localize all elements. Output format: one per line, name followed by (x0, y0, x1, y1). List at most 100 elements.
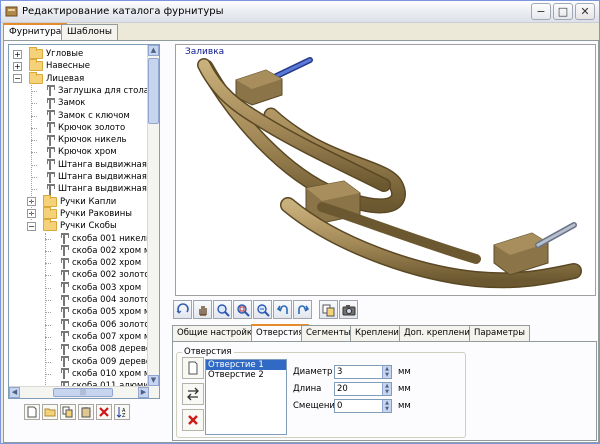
tab-parameters[interactable]: Параметры (469, 325, 530, 341)
tree-item[interactable]: скоба 010 хром мат (59, 368, 159, 380)
tab-templates[interactable]: Шаблоны (61, 24, 118, 40)
hscroll-thumb[interactable]: ||| (53, 388, 113, 397)
hardware-item-icon (59, 343, 69, 355)
tree-item[interactable]: скоба 005 хром мат (59, 306, 159, 318)
tree-item[interactable]: скоба 003 хром (59, 282, 141, 294)
folder-icon (29, 47, 43, 59)
length-stepper[interactable]: ▲ ▼ (382, 383, 391, 395)
tree-item[interactable]: скоба 009 дерево (59, 356, 151, 368)
tree-vscrollbar[interactable]: ▲ ▼ (147, 45, 159, 398)
tree-item[interactable]: Крючок золото (45, 122, 125, 134)
tree-item[interactable]: Крючок хром (45, 146, 117, 158)
camera-icon[interactable] (339, 300, 358, 319)
tree-item[interactable]: скоба 008 дерево (59, 343, 151, 355)
offset-field[interactable]: 0 ▲ ▼ (334, 399, 392, 413)
tree-folder[interactable]: Лицевая (29, 71, 84, 85)
paste-icon[interactable] (78, 404, 94, 420)
holes-group-title: Отверстия (182, 347, 234, 357)
tree-item-label: Замок (58, 98, 86, 109)
delete-icon[interactable] (96, 404, 112, 420)
tree-item[interactable]: Заглушка для стола (45, 85, 149, 97)
tree-item[interactable]: Штанга выдвижная (L50 (45, 183, 159, 195)
hardware-item-icon (59, 245, 69, 257)
tree-item[interactable]: скоба 004 золото (59, 294, 150, 306)
expand-icon[interactable]: + (13, 61, 22, 71)
new-file-icon[interactable] (24, 404, 40, 420)
scroll-down-icon[interactable]: ▼ (148, 375, 159, 386)
tree-item-label: Заглушка для стола (58, 85, 150, 96)
diameter-stepper[interactable]: ▲ ▼ (382, 366, 391, 378)
tree-item[interactable]: скоба 007 хром мат (59, 331, 159, 343)
rotate-left-icon[interactable] (273, 300, 292, 319)
tree-item-label: скоба 004 золото (72, 295, 150, 305)
close-icon: ✕ (580, 5, 590, 18)
collapse-icon[interactable]: − (13, 74, 22, 84)
add-hole-button[interactable] (182, 357, 204, 379)
open-folder-icon[interactable] (42, 404, 58, 420)
tree-item[interactable]: Замок с ключом (45, 110, 130, 122)
list-item[interactable]: Отверстие 1 (206, 360, 286, 370)
scroll-up-icon[interactable]: ▲ (148, 45, 159, 56)
tree-folder[interactable]: Ручки Скобы (43, 219, 117, 232)
zoom-fit-icon[interactable] (253, 300, 272, 319)
holes-tab-panel: Отверстия Отверстие 1 Отверстие 2 Диамет… (172, 341, 597, 441)
tree-item[interactable]: скоба 002 хром мат (59, 245, 159, 257)
hardware-item-icon (59, 306, 69, 318)
scroll-thumb[interactable] (148, 58, 159, 124)
delete-hole-button[interactable] (182, 409, 204, 431)
tree-item[interactable]: скоба 002 хром (59, 257, 141, 269)
hardware-item-icon (59, 233, 69, 244)
minimize-icon: − (536, 5, 546, 18)
tree-item-label: скоба 003 хром (72, 282, 142, 293)
scroll-right-icon[interactable]: ▶ (138, 387, 149, 398)
maximize-button[interactable]: □ (553, 3, 573, 20)
scroll-left-icon[interactable]: ◀ (9, 387, 20, 398)
diameter-field[interactable]: 3 ▲ ▼ (334, 365, 392, 379)
tree-folder[interactable]: Ручки Раковины (43, 206, 132, 220)
tree-folder[interactable]: Навесные (29, 59, 90, 72)
sort-icon[interactable]: AZ (114, 404, 130, 420)
tree-item-label: Ручки Скобы (60, 221, 117, 232)
minimize-button[interactable]: − (531, 3, 551, 20)
diameter-label: Диаметр (293, 367, 333, 377)
copy-view-icon[interactable] (319, 300, 338, 319)
window-title: Редактирование каталога фурнитуры (22, 6, 224, 17)
tree-folder[interactable]: Угловые (29, 47, 83, 60)
title-bar[interactable]: Редактирование каталога фурнитуры − □ ✕ (1, 1, 599, 23)
tree-item[interactable]: Крючок никель (45, 134, 127, 146)
swap-holes-button[interactable] (182, 383, 204, 405)
offset-stepper[interactable]: ▲ ▼ (382, 400, 391, 412)
hardware-item-icon (45, 159, 55, 171)
tree-item[interactable]: Штанга выдвижная (L35 (45, 159, 159, 171)
tab-extra-mounting[interactable]: Доп. крепление (399, 325, 481, 341)
tree-item-label: Крючок хром (58, 147, 117, 158)
tree-item[interactable]: Штанга выдвижная (L40 (45, 171, 160, 183)
tab-general-settings[interactable]: Общие настройки (172, 325, 263, 341)
tab-segments[interactable]: Сегменты (301, 325, 356, 341)
tree-hscrollbar[interactable]: ◀ ||| ▶ (9, 386, 149, 398)
rotate-right-icon[interactable] (293, 300, 312, 319)
list-item[interactable]: Отверстие 2 (206, 370, 286, 380)
tree-folder[interactable]: Ручки Капли (43, 194, 116, 208)
copy-icon[interactable] (60, 404, 76, 420)
pan-hand-icon[interactable] (193, 300, 212, 319)
close-button[interactable]: ✕ (575, 3, 595, 20)
tab-hardware[interactable]: Фурнитура (3, 23, 68, 40)
length-field[interactable]: 20 ▲ ▼ (334, 382, 392, 396)
tree-item[interactable]: Замок (45, 97, 85, 109)
tree-item-label: Штанга выдвижная (L40 (58, 172, 160, 182)
catalog-tree[interactable]: + Угловые + Навесные − Лицевая Заглушка для ст… (8, 44, 160, 399)
3d-viewport[interactable]: Заливка (175, 44, 596, 296)
expand-icon[interactable]: + (13, 49, 22, 59)
tree-item-label: Замок с ключом (58, 110, 130, 121)
zoom-window-icon[interactable] (233, 300, 252, 319)
collapse-icon[interactable]: − (27, 221, 36, 231)
holes-list[interactable]: Отверстие 1 Отверстие 2 (205, 359, 287, 435)
tree-item[interactable]: скоба 001 никель (59, 233, 151, 245)
tree-item[interactable]: скоба 002 золото (59, 269, 150, 281)
zoom-icon[interactable] (213, 300, 232, 319)
tree-item[interactable]: скоба 006 золото (59, 319, 150, 331)
rotate-icon[interactable] (173, 300, 192, 319)
tab-holes[interactable]: Отверстия (251, 324, 309, 341)
offset-unit: мм (398, 401, 411, 411)
